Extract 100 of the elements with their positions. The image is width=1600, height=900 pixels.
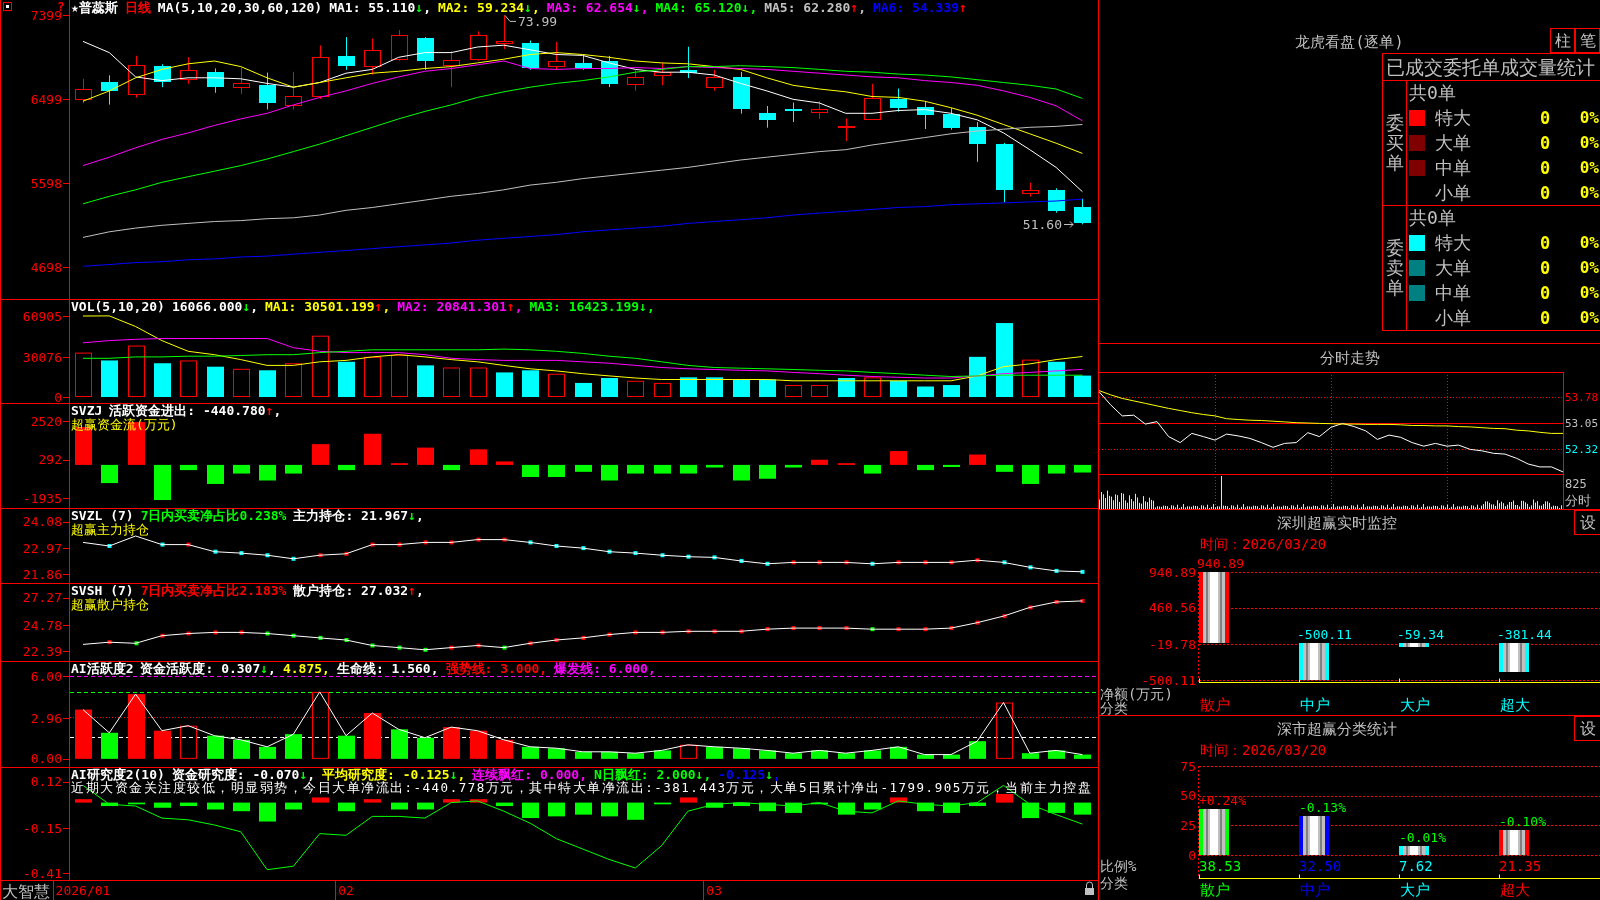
legend-item: SVZJ: [71, 403, 103, 418]
axis-label: 0.00: [30, 751, 62, 767]
bar: [785, 385, 802, 397]
candlestick: [548, 41, 565, 71]
bar: [811, 459, 828, 465]
line-marker: [870, 561, 875, 566]
date-label: 03: [706, 883, 723, 898]
bar: [233, 368, 250, 397]
table-title: 已成交委托单成交量统计: [1386, 55, 1595, 79]
bar: [733, 464, 750, 481]
candlestick: [785, 102, 802, 123]
legend-item: AI活跃度2: [71, 661, 134, 676]
line-marker: [239, 551, 244, 556]
candlestick: [680, 46, 697, 79]
bar: [917, 754, 934, 759]
category-label: 中户: [1300, 696, 1330, 714]
bar: [864, 377, 881, 397]
line-marker: [844, 560, 849, 565]
row-label: 特大: [1435, 232, 1471, 255]
bar: [101, 360, 118, 397]
legend-item: SVSH (7): [71, 583, 134, 598]
line-marker: [1054, 568, 1059, 573]
legend-item: MA6: 54.339↑: [872, 0, 967, 15]
bar: [1022, 464, 1039, 484]
line-marker: [660, 630, 665, 635]
bar: [259, 370, 276, 397]
bar: [443, 727, 460, 759]
leader-line: [504, 14, 517, 22]
row-label: 小单: [1435, 181, 1471, 204]
line-marker: [449, 645, 454, 650]
bar: [259, 746, 276, 759]
bar: [943, 464, 960, 467]
bar: [417, 365, 434, 397]
line-marker: [318, 635, 323, 640]
candlestick: [759, 105, 776, 129]
line-marker: [107, 640, 112, 645]
axis-label: 460.56: [1149, 600, 1196, 616]
bar: [706, 802, 723, 808]
candlestick: [312, 44, 329, 100]
mode-label: 分时: [1565, 493, 1591, 508]
bar: [207, 464, 224, 484]
axis-label: 22.97: [22, 540, 62, 556]
line-marker: [765, 561, 770, 566]
percent-value: 0%: [1579, 232, 1599, 255]
axis-label: 0: [1188, 847, 1196, 863]
candlestick: [969, 121, 986, 163]
bar: [338, 802, 355, 812]
settings-button[interactable]: 设: [1574, 510, 1600, 535]
bar: [601, 802, 618, 817]
axis-title: 比例%: [1100, 858, 1137, 874]
line-marker: [213, 549, 218, 554]
square-icon[interactable]: [3, 2, 12, 11]
line-marker: [1080, 569, 1085, 574]
bar: [207, 735, 224, 759]
row-label: 大单: [1435, 132, 1471, 154]
bar: [969, 741, 986, 759]
bar: [364, 713, 381, 759]
candlestick: [575, 55, 592, 71]
toggle-button[interactable]: 笔: [1575, 28, 1600, 53]
candlestick: [996, 142, 1013, 203]
line-marker: [844, 626, 849, 631]
axis-label: 5598: [30, 175, 62, 191]
legend-item: 资金活跃度: 0.307↓,: [140, 661, 276, 676]
category-label: 散户: [1200, 696, 1230, 714]
line-marker: [423, 540, 428, 545]
settings-button[interactable]: 设: [1574, 716, 1600, 741]
legend-item: VOL(5,10,20): [71, 299, 165, 314]
axis-label: 60905: [22, 308, 62, 324]
line-marker: [896, 627, 901, 632]
bar: [207, 802, 224, 810]
bar: [627, 464, 644, 474]
line-marker: [739, 629, 744, 634]
axis-title: 分类: [1100, 700, 1128, 715]
toggle-button[interactable]: 柱: [1550, 28, 1575, 53]
legend-item: 平均研究度: -0.125↓,: [322, 767, 466, 782]
percent-value: 0%: [1579, 306, 1599, 329]
bar: [996, 794, 1013, 803]
candlestick: [890, 88, 907, 113]
line-marker: [160, 633, 165, 638]
bar: [943, 385, 960, 397]
line-marker: [949, 626, 954, 631]
bar: [417, 447, 434, 465]
bar: [864, 464, 881, 474]
bar: [601, 751, 618, 759]
axis-label: -0.15: [22, 820, 62, 836]
axis-label: 4698: [30, 259, 62, 275]
bar: [128, 694, 145, 759]
line-marker: [949, 560, 954, 565]
line-marker: [791, 560, 796, 565]
line-marker: [397, 645, 402, 650]
candlestick: [811, 100, 828, 120]
bar: [180, 725, 197, 759]
bar: [312, 797, 329, 803]
bar: [417, 802, 434, 810]
candlestick: [1022, 182, 1039, 198]
bar: [1499, 830, 1529, 855]
line-marker: [476, 643, 481, 648]
bar: [575, 802, 592, 815]
line-marker: [581, 635, 586, 640]
line-marker: [502, 537, 507, 542]
